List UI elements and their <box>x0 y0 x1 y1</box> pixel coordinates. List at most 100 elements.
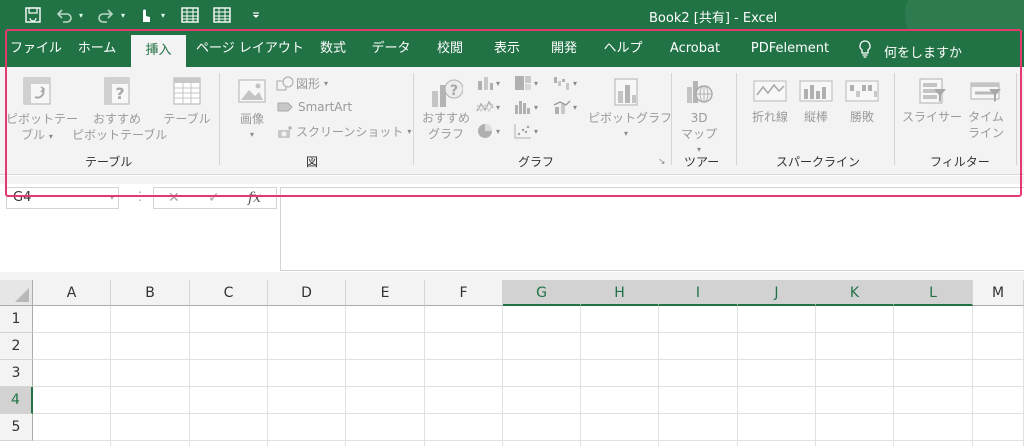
scatter-chart-icon <box>514 123 534 139</box>
recommended-pivot-button[interactable]: ? おすすめ ピボットテーブル <box>72 75 167 143</box>
line-chart-button[interactable]: ▾ <box>476 99 500 115</box>
sparkline-winloss-label: 勝敗 <box>849 110 874 124</box>
pivot-table-dropdown-icon: ▾ <box>48 132 53 141</box>
row-header-4[interactable]: 4 <box>0 387 33 414</box>
tab-page-layout[interactable]: ページ レイアウト <box>196 31 304 67</box>
sparkline-column-icon <box>796 75 836 107</box>
customize-qat-icon[interactable] <box>250 4 262 26</box>
screenshot-dropdown-icon: ▾ <box>407 127 412 136</box>
formula-input[interactable] <box>280 187 1024 271</box>
sparkline-winloss-button[interactable]: 勝敗 <box>842 75 882 125</box>
column-header-k[interactable]: K <box>816 280 894 306</box>
tab-review[interactable]: 校閲 <box>430 31 470 67</box>
column-header-f[interactable]: F <box>425 280 503 306</box>
table-icon-2[interactable] <box>212 4 232 26</box>
column-chart-button[interactable]: ▾ <box>476 75 500 91</box>
smartart-label: SmartArt <box>298 100 353 114</box>
hierarchy-chart-dropdown-icon: ▾ <box>534 78 539 88</box>
column-header-d[interactable]: D <box>268 280 346 306</box>
formula-bar-splitter[interactable]: ⋮ <box>134 189 146 203</box>
smartart-button[interactable]: SmartArt <box>276 99 352 115</box>
picture-label: 画像 <box>239 112 264 126</box>
picture-icon <box>230 75 274 107</box>
3d-map-button[interactable]: 3D マップ ▾ <box>678 75 720 158</box>
table-button[interactable]: テーブル <box>160 75 214 127</box>
redo-icon[interactable] <box>96 4 116 26</box>
column-header-l[interactable]: L <box>894 280 973 306</box>
name-box-dropdown-icon[interactable]: ▾ <box>110 188 114 208</box>
column-header-h[interactable]: H <box>581 280 659 306</box>
tab-formulas[interactable]: 数式 <box>312 31 354 67</box>
group-label-illustrations: 図 <box>306 155 319 169</box>
group-label-charts: グラフ <box>518 155 555 169</box>
touch-mode-icon[interactable] <box>136 4 154 26</box>
column-header-a[interactable]: A <box>33 280 111 306</box>
slicer-button[interactable]: スライサー <box>902 75 962 125</box>
group-label-tables: テーブル <box>85 155 133 169</box>
sparkline-line-label: 折れ線 <box>751 110 788 124</box>
column-header-j[interactable]: J <box>738 280 816 306</box>
select-all-button[interactable] <box>0 280 33 306</box>
row-header-5[interactable]: 5 <box>0 414 33 441</box>
pivot-table-button[interactable]: ピボットテー ブル ▾ <box>6 75 78 145</box>
timeline-button[interactable]: タイム ライン <box>964 75 1008 141</box>
tell-me-box[interactable]: 何をしますか <box>858 39 962 63</box>
combo-chart-dropdown-icon: ▾ <box>573 102 578 112</box>
tab-view[interactable]: 表示 <box>486 31 528 67</box>
name-box-value: G4 <box>13 190 32 205</box>
redo-dropdown-icon[interactable]: ▾ <box>118 4 128 26</box>
picture-button[interactable]: 画像 ▾ <box>230 75 274 143</box>
column-header-m[interactable]: M <box>973 280 1024 306</box>
tab-home[interactable]: ホーム <box>74 31 120 67</box>
tab-developer[interactable]: 開発 <box>543 31 585 67</box>
shapes-button[interactable]: 図形 ▾ <box>276 75 328 92</box>
gridline-horizontal <box>33 440 1024 441</box>
table-label: テーブル <box>163 112 211 126</box>
sparkline-column-button[interactable]: 縦棒 <box>796 75 836 125</box>
timeline-label-2: ライン <box>967 126 1004 140</box>
column-header-i[interactable]: I <box>659 280 738 306</box>
row-header-2[interactable]: 2 <box>0 333 33 360</box>
line-chart-dropdown-icon: ▾ <box>496 102 501 112</box>
screenshot-button[interactable]: スクリーンショット ▾ <box>276 123 411 140</box>
tab-pdfelement[interactable]: PDFelement <box>744 31 836 67</box>
column-header-c[interactable]: C <box>190 280 268 306</box>
undo-dropdown-icon[interactable]: ▾ <box>76 4 86 26</box>
combo-chart-button[interactable]: ▾ <box>553 99 577 115</box>
smartart-icon <box>276 99 298 115</box>
save-autorecover-icon[interactable] <box>22 4 44 26</box>
column-header-b[interactable]: B <box>111 280 190 306</box>
waterfall-chart-icon <box>553 75 573 91</box>
tab-insert[interactable]: 挿入 <box>131 35 186 67</box>
touch-mode-dropdown-icon[interactable]: ▾ <box>158 4 168 26</box>
timeline-icon <box>964 75 1008 107</box>
scatter-chart-button[interactable]: ▾ <box>514 123 538 139</box>
name-box[interactable]: G4 ▾ <box>6 187 119 209</box>
tab-help[interactable]: ヘルプ <box>600 31 646 67</box>
group-label-sparklines: スパークライン <box>776 155 861 169</box>
row-header-1[interactable]: 1 <box>0 306 33 333</box>
statistic-chart-button[interactable]: ▾ <box>514 99 538 115</box>
pivot-chart-dropdown-icon: ▾ <box>623 129 628 138</box>
insert-function-icon[interactable]: fx <box>248 188 261 208</box>
recommended-charts-button[interactable]: ? おすすめ グラフ <box>420 75 472 142</box>
tab-data[interactable]: データ <box>366 31 416 67</box>
waterfall-chart-button[interactable]: ▾ <box>553 75 577 91</box>
sparkline-line-button[interactable]: 折れ線 <box>746 75 794 125</box>
tab-acrobat[interactable]: Acrobat <box>664 31 726 67</box>
charts-dialog-launcher-icon[interactable]: ↘ <box>658 157 666 167</box>
column-header-g[interactable]: G <box>503 280 581 306</box>
table-icon[interactable] <box>180 4 200 26</box>
line-chart-icon <box>476 99 496 115</box>
pie-chart-button[interactable]: ▾ <box>476 123 500 139</box>
cancel-icon[interactable]: ✕ <box>168 188 180 208</box>
tab-file[interactable]: ファイル <box>10 31 62 67</box>
row-header-3[interactable]: 3 <box>0 360 33 387</box>
undo-icon[interactable] <box>54 4 74 26</box>
screenshot-label: スクリーンショット <box>296 125 404 139</box>
enter-icon[interactable]: ✓ <box>208 188 220 208</box>
pivot-chart-button[interactable]: ピボットグラフ ▾ <box>588 75 672 142</box>
hierarchy-chart-button[interactable]: ▾ <box>514 75 538 91</box>
formula-bar-band <box>0 176 1024 184</box>
column-header-e[interactable]: E <box>346 280 425 306</box>
